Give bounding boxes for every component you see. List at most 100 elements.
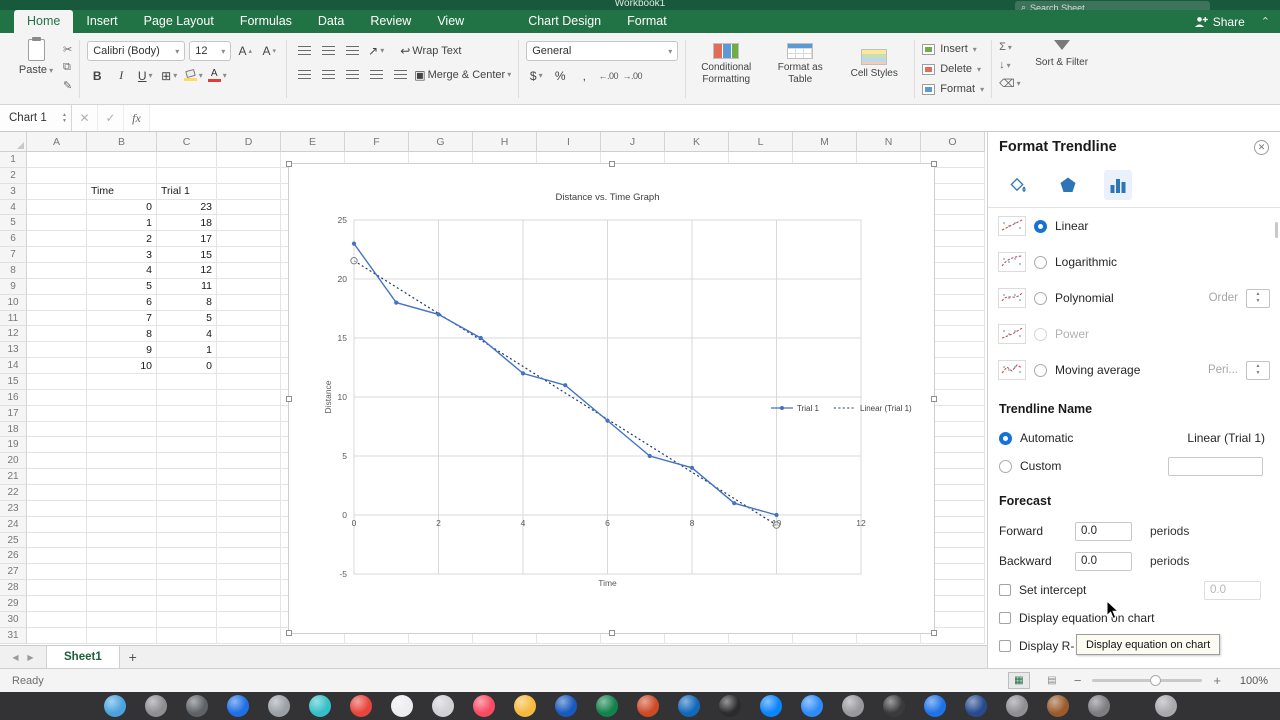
tab-review[interactable]: Review <box>357 10 424 33</box>
cell-B26[interactable] <box>87 548 157 564</box>
moving-average-stepper[interactable]: ▲▼ <box>1246 361 1270 380</box>
cell-A9[interactable] <box>27 279 87 295</box>
row-header-13[interactable]: 13 <box>0 342 27 358</box>
chart-object[interactable]: 2520151050-5024681012Distance vs. Time G… <box>288 163 935 634</box>
cell-D18[interactable] <box>217 422 281 438</box>
column-header-C[interactable]: C <box>157 132 217 152</box>
automatic-radio[interactable] <box>999 432 1012 445</box>
enter-icon[interactable]: ✓ <box>98 105 124 131</box>
cell-C9[interactable]: 11 <box>157 279 217 295</box>
delete-button[interactable]: Delete▾ <box>922 61 984 78</box>
share-button[interactable]: Share <box>1194 15 1245 29</box>
tab-page-layout[interactable]: Page Layout <box>131 10 227 33</box>
cell-B12[interactable]: 8 <box>87 326 157 342</box>
cell-C29[interactable] <box>157 596 217 612</box>
chart-resize-handle[interactable] <box>609 161 615 167</box>
increase-indent-button[interactable] <box>390 65 410 84</box>
cell-B8[interactable]: 4 <box>87 263 157 279</box>
row-header-30[interactable]: 30 <box>0 612 27 628</box>
dock-icon-finder[interactable] <box>104 695 126 717</box>
cell-C20[interactable] <box>157 453 217 469</box>
column-header-G[interactable]: G <box>409 132 473 152</box>
bold-button[interactable]: B <box>87 66 107 85</box>
cell-B29[interactable] <box>87 596 157 612</box>
cell-B7[interactable]: 3 <box>87 247 157 263</box>
cell-D10[interactable] <box>217 295 281 311</box>
increase-decimal-button[interactable]: ←.00 <box>598 66 618 85</box>
custom-name-input[interactable] <box>1168 457 1263 476</box>
align-center-button[interactable] <box>318 65 338 84</box>
row-header-16[interactable]: 16 <box>0 390 27 406</box>
cell-A3[interactable] <box>27 184 87 200</box>
row-header-12[interactable]: 12 <box>0 326 27 342</box>
row-header-7[interactable]: 7 <box>0 247 27 263</box>
row-header-14[interactable]: 14 <box>0 358 27 374</box>
effects-tab[interactable] <box>1054 170 1082 200</box>
moving-average-radio[interactable] <box>1034 364 1047 377</box>
cell-B22[interactable] <box>87 485 157 501</box>
cell-D29[interactable] <box>217 596 281 612</box>
column-header-F[interactable]: F <box>345 132 409 152</box>
cell-C7[interactable]: 15 <box>157 247 217 263</box>
row-header-6[interactable]: 6 <box>0 231 27 247</box>
comma-style-button[interactable]: , <box>574 66 594 85</box>
chart-resize-handle[interactable] <box>931 630 937 636</box>
cell-C31[interactable] <box>157 628 217 644</box>
tab-view[interactable]: View <box>424 10 477 33</box>
set-intercept-option[interactable]: Set intercept 0.0 <box>988 576 1280 604</box>
cell-D30[interactable] <box>217 612 281 628</box>
dock-icon-app-blue[interactable] <box>760 695 782 717</box>
row-header-17[interactable]: 17 <box>0 406 27 422</box>
cell-C30[interactable] <box>157 612 217 628</box>
sheet-nav-right-icon[interactable]: ▶ <box>23 653 38 662</box>
forward-input[interactable]: 0.0 <box>1075 522 1132 541</box>
align-right-button[interactable] <box>342 65 362 84</box>
cell-C4[interactable]: 23 <box>157 200 217 216</box>
zoom-slider[interactable] <box>1092 679 1202 682</box>
borders-button[interactable]: ⊞▾ <box>159 66 179 85</box>
add-sheet-button[interactable]: + <box>120 649 146 665</box>
logarithmic-radio[interactable] <box>1034 256 1047 269</box>
cell-C2[interactable] <box>157 168 217 184</box>
cell-A7[interactable] <box>27 247 87 263</box>
cell-B13[interactable]: 9 <box>87 342 157 358</box>
font-color-button[interactable]: A▾ <box>207 66 227 85</box>
dock-icon-word[interactable] <box>555 695 577 717</box>
underline-button[interactable]: U▾ <box>135 66 155 85</box>
cell-A2[interactable] <box>27 168 87 184</box>
dock-icon-powerpoint[interactable] <box>637 695 659 717</box>
page-layout-view-button[interactable]: ▤ <box>1041 672 1063 689</box>
cell-A26[interactable] <box>27 548 87 564</box>
cell-B2[interactable] <box>87 168 157 184</box>
cell-A31[interactable] <box>27 628 87 644</box>
cell-B18[interactable] <box>87 422 157 438</box>
cell-A16[interactable] <box>27 390 87 406</box>
row-header-5[interactable]: 5 <box>0 215 27 231</box>
font-size-select[interactable]: 12▾ <box>189 41 231 61</box>
row-header-28[interactable]: 28 <box>0 580 27 596</box>
decrease-font-button[interactable]: A▾ <box>259 42 279 61</box>
dock-icon-books[interactable] <box>1047 695 1069 717</box>
increase-font-button[interactable]: A▴ <box>235 42 255 61</box>
trendline-option-power[interactable]: Power <box>988 316 1280 352</box>
cell-A1[interactable] <box>27 152 87 168</box>
align-middle-button[interactable] <box>318 41 338 60</box>
row-header-27[interactable]: 27 <box>0 564 27 580</box>
column-header-J[interactable]: J <box>601 132 665 152</box>
cell-C3[interactable]: Trial 1 <box>157 184 217 200</box>
custom-radio[interactable] <box>999 460 1012 473</box>
close-icon[interactable]: ✕ <box>1254 140 1269 155</box>
cell-C11[interactable]: 5 <box>157 311 217 327</box>
dock-icon-contacts[interactable] <box>1006 695 1028 717</box>
dock-icon-excel[interactable] <box>596 695 618 717</box>
tab-format[interactable]: Format <box>614 10 680 33</box>
row-header-23[interactable]: 23 <box>0 501 27 517</box>
cell-A6[interactable] <box>27 231 87 247</box>
cell-C16[interactable] <box>157 390 217 406</box>
zoom-out-button[interactable]: − <box>1074 673 1082 688</box>
cell-D24[interactable] <box>217 517 281 533</box>
percent-button[interactable]: % <box>550 66 570 85</box>
cell-B16[interactable] <box>87 390 157 406</box>
cell-B5[interactable]: 1 <box>87 215 157 231</box>
clear-button[interactable]: ⌫▾ <box>999 76 1021 90</box>
